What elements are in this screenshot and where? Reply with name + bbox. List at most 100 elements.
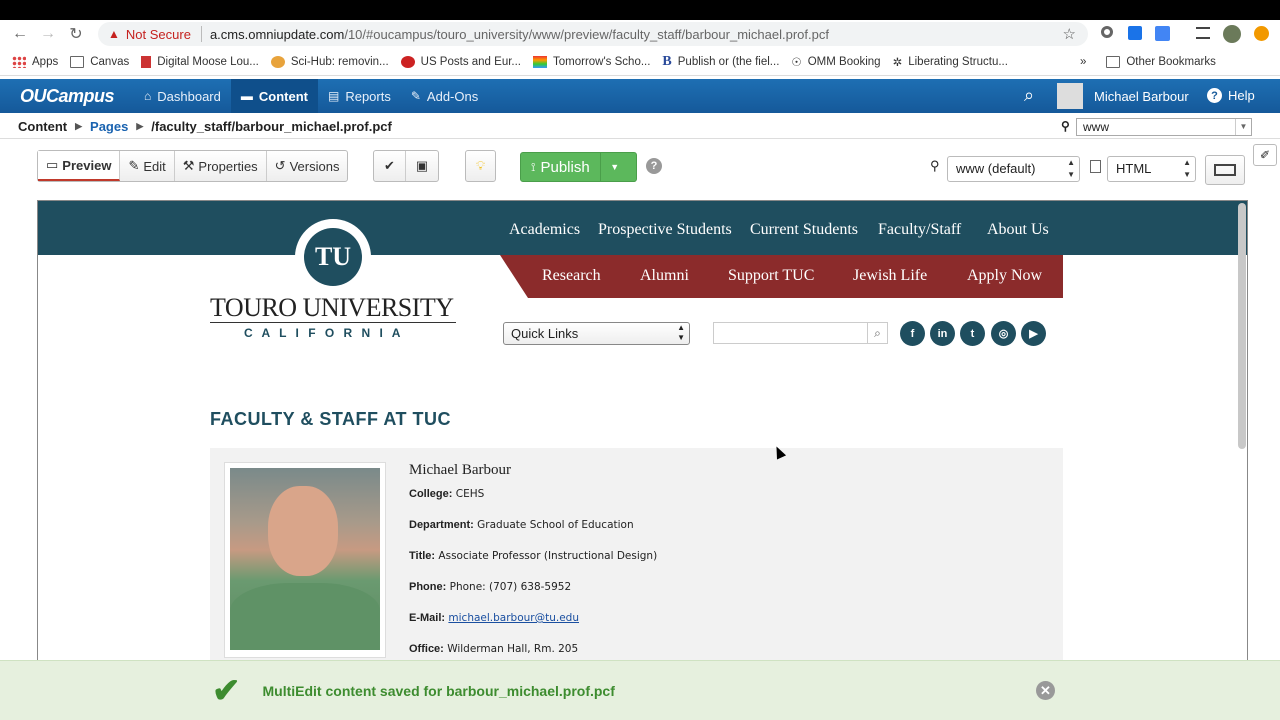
field-value: Associate Professor (Instructional Desig… [438,550,658,562]
extension-icon-2[interactable] [1128,26,1142,40]
linkedin-icon[interactable]: in [930,321,955,346]
site-nav-apply-now[interactable]: Apply Now [967,267,1042,285]
extension-icon-1[interactable] [1101,26,1113,38]
facebook-icon[interactable]: f [900,321,925,346]
divider [200,26,202,42]
site-nav-prospective-students[interactable]: Prospective Students [598,221,732,239]
field-value: Phone: (707) 638-5952 [449,581,572,593]
forward-icon[interactable]: → [34,20,62,48]
site-nav-alumni[interactable]: Alumni [640,267,689,285]
site-nav-faculty-staff[interactable]: Faculty/Staff [878,221,961,239]
nav-label: Reports [345,88,391,104]
report-icon: ▤ [327,89,340,103]
bookmark-label: US Posts and Eur... [420,55,521,68]
bookmarks-overflow-button[interactable]: » [1080,56,1086,68]
security-status: Not Secure [125,26,191,42]
file-icon [1090,160,1101,173]
tab-properties[interactable]: ⚒ Properties [175,151,267,181]
bookmark-liberating-structures[interactable]: ✲ Liberating Structu... [893,55,1008,69]
check-button[interactable]: ✔ [374,151,406,181]
portrait-image [230,468,380,650]
site-nav-about-us[interactable]: About Us [987,221,1049,239]
email-link[interactable]: michael.barbour@tu.edu [448,612,579,624]
breadcrumb-content[interactable]: Content [18,119,67,134]
nav-label: Dashboard [157,88,221,104]
preview-scrollbar[interactable] [1238,203,1246,449]
site-search-input[interactable]: ⌕ [713,322,888,344]
tips-button[interactable]: 💡︎ [466,151,495,181]
bookmark-label: Liberating Structu... [908,55,1008,68]
field-value: Graduate School of Education [477,519,634,531]
bookmark-us-posts[interactable]: US Posts and Eur... [400,55,521,68]
structures-icon: ✲ [892,56,903,69]
output-format-select[interactable]: HTML ▲ ▼ [1107,156,1196,182]
twitter-icon[interactable]: t [960,321,985,346]
location-pin-icon: ⚲ [930,158,940,173]
format-value: HTML [1116,161,1152,176]
moose-icon [141,55,152,68]
oucampus-logo[interactable]: OUCampus [20,86,115,107]
field-label: E-Mail: [409,612,446,624]
bookmark-other[interactable]: Other Bookmarks [1106,55,1216,68]
folder-icon [70,55,85,68]
notification-message: MultiEdit content saved for barbour_mich… [262,682,615,699]
publish-help-icon[interactable]: ? [646,158,662,174]
publish-target-select[interactable]: www (default) ▲ ▼ [947,156,1080,182]
tab-edit[interactable]: ✎ Edit [120,151,175,181]
close-icon[interactable]: ✕ [1036,681,1055,700]
bookmark-sci-hub[interactable]: Sci-Hub: removin... [270,55,389,68]
tab-preview[interactable]: ▭ Preview [38,151,121,181]
bookmark-label: Digital Moose Lou... [157,55,259,68]
nav-content[interactable]: ▬ Content [230,79,318,113]
publish-button[interactable]: ⟟ Publish ▼ [520,152,637,182]
search-icon[interactable]: ⌕ [867,323,887,343]
devices-icon [1214,164,1236,176]
save-version-button[interactable]: ▣ [406,151,438,181]
address-bar[interactable]: ▲ Not Secure a.cms.omniupdate.com/10/#ou… [98,22,1088,46]
nav-reports[interactable]: ▤ Reports [318,79,401,113]
site-nav-academics[interactable]: Academics [509,221,580,239]
gadget-toggle[interactable]: ✐ [1253,144,1277,166]
site-select[interactable]: www ▼ [1076,118,1252,136]
instagram-icon[interactable]: ◎ [991,321,1016,346]
nav-dashboard[interactable]: ⌂ Dashboard [134,79,231,113]
portrait-shirt [230,583,380,650]
site-nav-research[interactable]: Research [542,267,601,285]
bookmark-label: Other Bookmarks [1126,55,1216,68]
touro-logo[interactable]: TU TOURO UNIVERSITY C A L I F O R N I A [208,219,458,343]
breadcrumb: Content ▶ Pages ▶ /faculty_staff/barbour… [0,115,1280,139]
reload-icon[interactable]: ↻ [62,20,90,48]
site-nav-current-students[interactable]: Current Students [750,221,858,239]
bookmark-canvas[interactable]: Canvas [70,55,129,68]
chevron-down-icon: ▼ [1235,119,1251,135]
caret-down-icon[interactable]: ▼ [601,162,629,172]
back-icon[interactable]: ← [6,20,34,48]
media-icon[interactable] [1196,27,1210,39]
site-nav-support-tuc[interactable]: Support TUC [728,267,814,285]
translate-icon[interactable] [1155,26,1170,41]
publish-main[interactable]: ⟟ Publish [521,153,601,181]
site-nav-jewish-life[interactable]: Jewish Life [853,267,927,285]
tab-versions[interactable]: ↺ Versions [267,151,348,181]
update-icon[interactable] [1254,26,1269,41]
bookmark-star-icon[interactable]: ☆ [1063,25,1076,43]
nav-add-ons[interactable]: ✎ Add-Ons [401,79,488,113]
profile-avatar[interactable] [1223,25,1241,43]
bookmark-publish-or[interactable]: B Publish or (the fiel... [662,54,779,70]
archive-icon: ▣ [415,158,429,173]
quick-links-select[interactable]: Quick Links ▲ ▼ [503,322,690,345]
user-avatar[interactable] [1057,83,1083,109]
global-search-icon[interactable]: ⌕ [1024,85,1034,106]
youtube-icon[interactable]: ▶ [1021,321,1046,346]
bookmark-tomorrows-schools[interactable]: Tomorrow's Scho... [533,55,650,68]
device-preview-button[interactable] [1205,155,1245,185]
bookmark-omm-booking[interactable]: ☉ OMM Booking [791,55,880,69]
user-name[interactable]: Michael Barbour [1094,89,1189,104]
select-arrows-icon: ▲ ▼ [1067,158,1075,179]
bookmark-label: Publish or (the fiel... [677,55,780,68]
bookmark-apps[interactable]: Apps [12,55,58,68]
help-button[interactable]: ? Help [1207,88,1255,103]
breadcrumb-pages[interactable]: Pages [90,119,128,134]
bookmark-digital-moose[interactable]: Digital Moose Lou... [141,55,259,68]
breadcrumb-arrow-icon: ▶ [136,121,144,131]
